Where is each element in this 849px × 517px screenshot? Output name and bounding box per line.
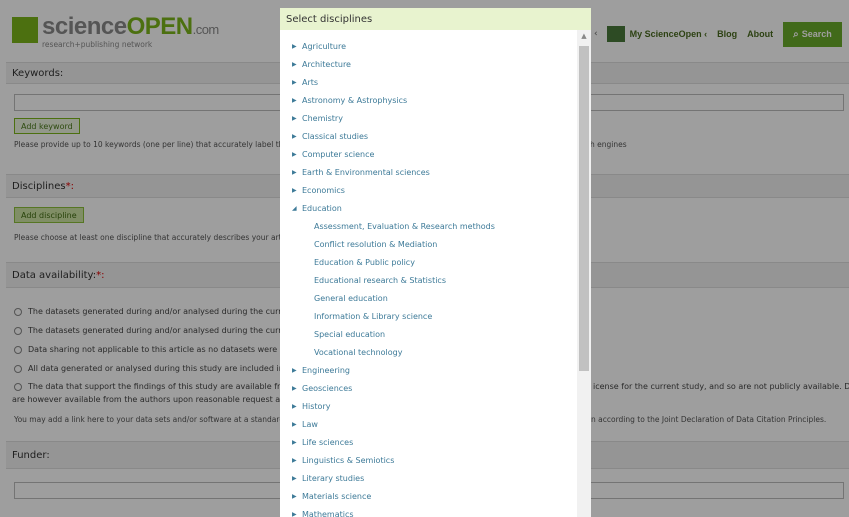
sub-discipline-item-education-public-policy[interactable]: Education & Public policy: [314, 254, 415, 270]
expanded-triangle-icon[interactable]: ◢: [292, 205, 302, 212]
collapsed-triangle-icon[interactable]: ▶: [292, 475, 302, 482]
collapsed-triangle-icon[interactable]: ▶: [292, 187, 302, 194]
discipline-label: Materials science: [302, 491, 372, 501]
collapsed-triangle-icon[interactable]: ▶: [292, 151, 302, 158]
discipline-label: Classical studies: [302, 131, 369, 141]
discipline-item-agriculture[interactable]: ▶ Agriculture: [292, 38, 346, 54]
discipline-label: Law: [302, 419, 318, 429]
collapsed-triangle-icon[interactable]: ▶: [292, 367, 302, 374]
discipline-label: Linguistics & Semiotics: [302, 455, 395, 465]
discipline-item-history[interactable]: ▶ History: [292, 398, 330, 414]
collapsed-triangle-icon[interactable]: ▶: [292, 97, 302, 104]
discipline-label: Arts: [302, 77, 319, 87]
scroll-up-icon[interactable]: ▲: [577, 30, 591, 42]
discipline-item-classical-studies[interactable]: ▶ Classical studies: [292, 128, 368, 144]
discipline-label: Earth & Environmental sciences: [302, 167, 430, 177]
discipline-item-mathematics[interactable]: ▶ Mathematics: [292, 506, 354, 517]
sub-discipline-item-vocational-technology[interactable]: Vocational technology: [314, 344, 402, 360]
discipline-label: Engineering: [302, 365, 350, 375]
collapsed-triangle-icon[interactable]: ▶: [292, 493, 302, 500]
collapsed-triangle-icon[interactable]: ▶: [292, 115, 302, 122]
scrollbar[interactable]: ▲: [577, 30, 591, 517]
discipline-item-arts[interactable]: ▶ Arts: [292, 74, 318, 90]
collapsed-triangle-icon[interactable]: ▶: [292, 133, 302, 140]
discipline-item-geosciences[interactable]: ▶ Geosciences: [292, 380, 352, 396]
discipline-item-law[interactable]: ▶ Law: [292, 416, 318, 432]
collapsed-triangle-icon[interactable]: ▶: [292, 385, 302, 392]
discipline-item-life-sciences[interactable]: ▶ Life sciences: [292, 434, 353, 450]
discipline-item-architecture[interactable]: ▶ Architecture: [292, 56, 351, 72]
collapsed-triangle-icon[interactable]: ▶: [292, 421, 302, 428]
sub-discipline-item-special-education[interactable]: Special education: [314, 326, 385, 342]
discipline-label: Education: [302, 203, 342, 213]
discipline-label: Architecture: [302, 59, 351, 69]
scrollbar-thumb[interactable]: [579, 46, 589, 371]
discipline-label: Economics: [302, 185, 345, 195]
discipline-label: Agriculture: [302, 41, 346, 51]
discipline-item-computer-science[interactable]: ▶ Computer science: [292, 146, 374, 162]
collapsed-triangle-icon[interactable]: ▶: [292, 403, 302, 410]
discipline-item-engineering[interactable]: ▶ Engineering: [292, 362, 350, 378]
sub-discipline-item-conflict-resolution-mediation[interactable]: Conflict resolution & Mediation: [314, 236, 437, 252]
discipline-label: Chemistry: [302, 113, 343, 123]
discipline-item-literary-studies[interactable]: ▶ Literary studies: [292, 470, 364, 486]
sub-discipline-item-general-education[interactable]: General education: [314, 290, 388, 306]
dialog-title: Select disciplines: [280, 8, 591, 30]
collapsed-triangle-icon[interactable]: ▶: [292, 169, 302, 176]
discipline-label: Life sciences: [302, 437, 354, 447]
discipline-label: Literary studies: [302, 473, 365, 483]
collapsed-triangle-icon[interactable]: ▶: [292, 79, 302, 86]
collapsed-triangle-icon[interactable]: ▶: [292, 61, 302, 68]
select-disciplines-dialog: Select disciplines ▶ Agriculture ▶ Architec…: [280, 8, 591, 517]
discipline-list[interactable]: ▶ Agriculture ▶ Architecture ▶ Arts ▶ Astronomy…: [280, 30, 577, 517]
discipline-item-earth-environmental-sciences[interactable]: ▶ Earth & Environmental sciences: [292, 164, 430, 180]
collapsed-triangle-icon[interactable]: ▶: [292, 511, 302, 517]
sub-discipline-item-information-library-science[interactable]: Information & Library science: [314, 308, 432, 324]
discipline-item-astronomy-astrophysics[interactable]: ▶ Astronomy & Astrophysics: [292, 92, 407, 108]
discipline-label: Computer science: [302, 149, 375, 159]
discipline-item-materials-science[interactable]: ▶ Materials science: [292, 488, 371, 504]
collapsed-triangle-icon[interactable]: ▶: [292, 43, 302, 50]
discipline-item-economics[interactable]: ▶ Economics: [292, 182, 345, 198]
discipline-item-chemistry[interactable]: ▶ Chemistry: [292, 110, 343, 126]
discipline-item-education[interactable]: ◢ Education: [292, 200, 342, 216]
collapsed-triangle-icon[interactable]: ▶: [292, 457, 302, 464]
discipline-label: Astronomy & Astrophysics: [302, 95, 408, 105]
collapsed-triangle-icon[interactable]: ▶: [292, 439, 302, 446]
discipline-label: Mathematics: [302, 509, 354, 517]
sub-discipline-item-educational-research-statistics[interactable]: Educational research & Statistics: [314, 272, 446, 288]
discipline-label: Geosciences: [302, 383, 353, 393]
discipline-label: History: [302, 401, 331, 411]
discipline-item-linguistics-semiotics[interactable]: ▶ Linguistics & Semiotics: [292, 452, 394, 468]
sub-discipline-item-assessment-evaluation-research-methods[interactable]: Assessment, Evaluation & Research method…: [314, 218, 495, 234]
